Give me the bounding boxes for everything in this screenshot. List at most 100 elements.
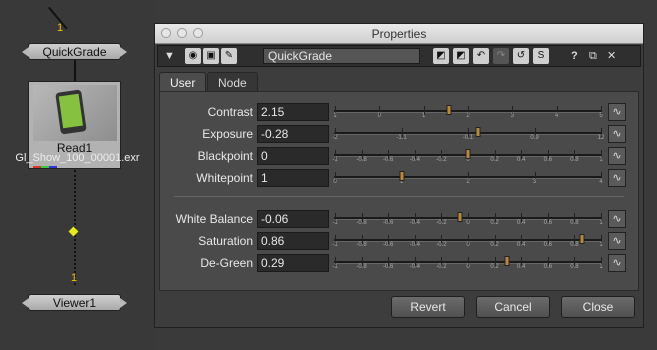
knob-slider[interactable]: -1 -0.8 -0.6 -0.4 -0.2 0 0.2 0.4 0.6 0.8 1 [332, 253, 603, 275]
knob-label: White Balance [175, 212, 253, 226]
curve-icon[interactable]: ∿ [608, 103, 626, 121]
slider-tick-label: -0.6 [383, 220, 394, 226]
knob-slider[interactable]: -1 -0.8 -0.6 -0.4 -0.2 0 0.2 0.4 0.6 0.8 1 [332, 209, 603, 231]
quickgrade-node[interactable]: QuickGrade [22, 43, 127, 60]
knob-slider[interactable]: -2 -1.1 -0.1 0.9 12 [332, 124, 605, 146]
slider-tick-label: 5 [599, 113, 603, 119]
color-swatch-2-icon[interactable]: ◩ [453, 48, 469, 64]
slider-tick-label: -0.6 [383, 242, 394, 248]
wrench-icon[interactable]: ✎ [221, 48, 237, 64]
channel-red [33, 166, 41, 168]
slider-tick-label: 0.6 [543, 264, 552, 270]
slider-tick-label: 0.2 [490, 242, 499, 248]
film-icon[interactable]: ▣ [203, 48, 219, 64]
close-panel-icon[interactable]: ✕ [607, 48, 616, 64]
viewer-node[interactable]: Viewer1 [22, 294, 127, 311]
slider-tick-label: 0 [333, 179, 337, 185]
knob-label: Contrast [207, 105, 253, 119]
slider-handle[interactable] [465, 149, 471, 159]
slider-tick-label: 4 [554, 113, 559, 119]
help-icon[interactable]: ? [571, 48, 578, 64]
slider-tick-label: -0.6 [383, 264, 394, 270]
input-number-label: 1 [57, 22, 64, 34]
slider-tick-label: 1 [599, 220, 603, 226]
close-button[interactable]: Close [561, 296, 635, 318]
slider-tick-label: 0.8 [570, 220, 579, 226]
properties-toolbar: ▼ ◉ ▣ ✎ QuickGrade ◩ ◩ ↶ ↷ ↺ S ? ⧉ ✕ [157, 45, 641, 67]
knob-slider[interactable]: -1 -0.8 -0.6 -0.4 -0.2 0 0.2 0.4 0.6 0.8 1 [332, 231, 603, 253]
knob-value-input[interactable]: 2.15 [257, 103, 329, 121]
knob-row-blackpoint: Blackpoint 0 -1 -0.8 -0.6 -0.4 -0.2 0 0.2 0.4 0.… [160, 146, 638, 168]
knob-row-contrast: Contrast 2.15 1 0 1 2 3 4 5 ∿ [160, 102, 638, 124]
revert-button[interactable]: Revert [391, 296, 465, 318]
slider-tick-label: 0.4 [517, 242, 526, 248]
node-graph: 1 QuickGrade Read1 Gl_Show_100_00001.exr… [0, 0, 155, 350]
s-button[interactable]: S [533, 48, 549, 64]
slider-tick-label: 1 [599, 264, 603, 270]
slider-tick-label: -0.2 [436, 220, 447, 226]
slider-tick-label: -0.8 [356, 157, 367, 163]
slider-tick-label: 0.4 [517, 264, 526, 270]
curve-icon[interactable]: ∿ [608, 210, 626, 228]
revert-icon[interactable]: ↺ [513, 48, 529, 64]
slider-handle[interactable] [446, 105, 452, 115]
color-swatch-icon[interactable]: ◩ [433, 48, 449, 64]
slider-tick-label: 0 [377, 113, 381, 119]
knob-row-saturation: Saturation 0.86 -1 -0.8 -0.6 -0.4 -0.2 0 0.2 0.… [160, 231, 638, 253]
knob-value-input[interactable]: -0.28 [257, 125, 329, 143]
knob-slider[interactable]: 01234 [333, 168, 603, 190]
curve-icon[interactable]: ∿ [608, 147, 626, 165]
slider-tick-label: 0.4 [517, 220, 526, 226]
tab-user[interactable]: User [159, 72, 207, 92]
slider-tick-label: 0 [466, 264, 470, 270]
knob-value-input[interactable]: 0.86 [257, 232, 329, 250]
redo-icon[interactable]: ↷ [493, 48, 509, 64]
curve-icon[interactable]: ∿ [608, 169, 626, 187]
float-panel-icon[interactable]: ⧉ [589, 48, 597, 64]
knob-value-input[interactable]: 0 [257, 147, 329, 165]
knob-value-input[interactable]: 1 [257, 169, 329, 187]
knob-row-whitepoint: Whitepoint 1 01234 ∿ [160, 168, 638, 190]
slider-tick-label: 0.4 [517, 157, 526, 163]
slider-tick-label: 0.8 [570, 264, 579, 270]
slider-tick-label: 12 [597, 135, 605, 141]
node-connection [74, 60, 76, 81]
slider-tick-label: 2 [466, 113, 470, 119]
slider-tick-label: 0.8 [570, 242, 579, 248]
node-name-field[interactable]: QuickGrade [263, 48, 420, 64]
knob-value-input[interactable]: 0.29 [257, 254, 329, 272]
slider-handle[interactable] [457, 212, 463, 222]
curve-icon[interactable]: ∿ [608, 232, 626, 250]
slider-handle[interactable] [579, 234, 585, 244]
tab-node[interactable]: Node [207, 72, 258, 92]
slider-tick-label: -0.8 [356, 264, 367, 270]
tab-bar: User Node [159, 72, 639, 92]
slider-tick-label: -0.6 [383, 157, 394, 163]
slider-handle[interactable] [504, 256, 510, 266]
slider-handle[interactable] [475, 127, 481, 137]
collapse-triangle-icon[interactable]: ▼ [164, 48, 175, 64]
slider-tick-label: 3 [532, 179, 537, 185]
slider-tick-label: -0.8 [356, 220, 367, 226]
slider-tick-label: -0.4 [409, 264, 420, 270]
knob-slider[interactable]: 1 0 1 2 3 4 5 [333, 102, 603, 124]
knob-label: Whitepoint [196, 171, 253, 185]
wire-dot[interactable] [68, 226, 79, 237]
slider-tick-label: 0.2 [490, 157, 499, 163]
slider-tick-label: 0.9 [530, 135, 539, 141]
knob-value-input[interactable]: -0.06 [257, 210, 329, 228]
undo-icon[interactable]: ↶ [473, 48, 489, 64]
read-file-name: Gl_Show_100_00001.exr [15, 152, 140, 164]
curve-icon[interactable]: ∿ [608, 125, 626, 143]
read-thumbnail [33, 85, 117, 141]
knob-label: Exposure [202, 127, 253, 141]
slider-handle[interactable] [399, 171, 404, 181]
cancel-button[interactable]: Cancel [476, 296, 550, 318]
curve-icon[interactable]: ∿ [608, 254, 626, 272]
knob-slider[interactable]: -1 -0.8 -0.6 -0.4 -0.2 0 0.2 0.4 0.6 0.8 1 [332, 146, 603, 168]
slider-tick-label: -0.4 [409, 242, 420, 248]
slider-tick-label: 1 [599, 157, 603, 163]
slider-tick-label: -0.4 [409, 157, 420, 163]
slider-tick-label: 0.2 [490, 264, 499, 270]
center-node-icon[interactable]: ◉ [185, 48, 201, 64]
